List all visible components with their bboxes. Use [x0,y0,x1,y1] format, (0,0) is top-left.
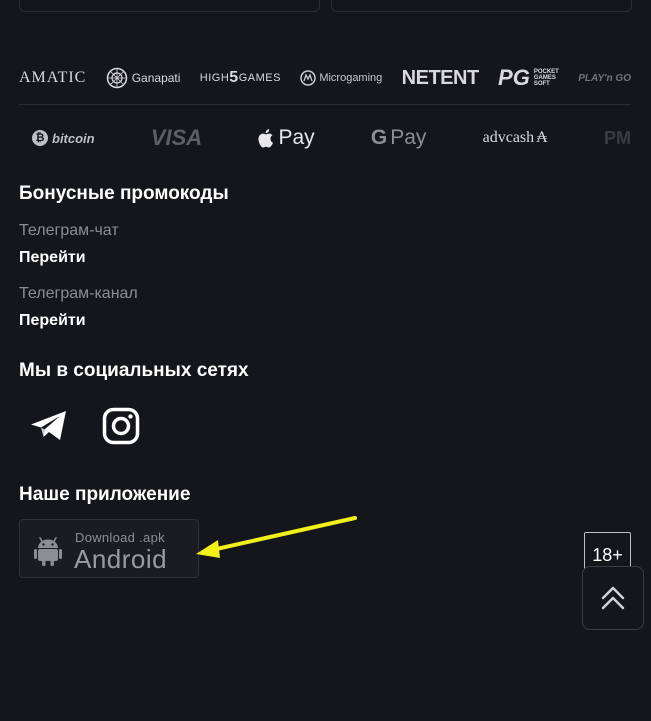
googlepay-text: Pay [390,126,427,149]
bitcoin-logo[interactable]: ₿ bitcoin [19,130,95,146]
high5-part-c: GAMES [238,72,281,84]
pg-subtext: POCKET GAMES SOFT [534,69,559,87]
provider-logos-row: AMATIC Ganapati HIGH 5 GAMES Microgaming… [19,58,631,98]
scroll-to-top-button[interactable] [582,566,644,630]
telegram-icon[interactable] [28,405,70,447]
android-download-button[interactable]: Download .apk Android [19,519,199,578]
applepay-logo[interactable]: Pay [258,126,315,150]
ganapati-text: Ganapati [131,71,181,85]
high5-part-b: 5 [229,69,239,86]
telegram-channel-label: Телеграм-канал [19,285,138,302]
advcash-logo[interactable]: advcash ₳ [483,129,548,147]
high5-part-a: HIGH [199,72,230,84]
amatic-logo[interactable]: AMATIC [19,69,86,87]
top-card-left[interactable] [19,0,320,12]
promo-heading: Бонусные промокоды [19,183,229,204]
perfectmoney-logo[interactable]: PM [604,128,631,149]
bitcoin-icon: ₿ [32,130,48,146]
visa-logo[interactable]: VISA [151,125,202,151]
google-g-icon: G [370,126,388,149]
netent-logo[interactable]: NETENT [402,67,480,90]
ganapati-emblem-icon [106,67,127,89]
pg-text: PG [498,65,530,90]
instagram-icon[interactable] [100,405,142,447]
microgaming-text: Microgaming [319,72,383,84]
annotation-arrow-icon [196,516,357,558]
applepay-text: Pay [278,126,315,149]
top-card-right[interactable] [331,0,632,12]
pg-subtext-3: SOFT [533,81,550,87]
download-apk-label: Download .apk [75,530,165,545]
apple-icon [258,129,274,148]
googlepay-logo[interactable]: G Pay [371,126,427,150]
telegram-chat-label: Телеграм-чат [19,222,119,239]
android-label: Android [74,544,168,574]
microgaming-logo[interactable]: Microgaming [300,70,382,86]
logos-divider [19,104,631,105]
social-heading: Мы в социальных сетях [19,360,249,381]
ganapati-logo[interactable]: Ganapati [106,67,181,89]
app-heading: Наше приложение [19,484,191,505]
playngo-logo[interactable]: PLAY'n GO [578,73,631,84]
microgaming-emblem-icon [300,70,317,86]
footer-page: AMATIC Ganapati HIGH 5 GAMES Microgaming… [0,0,651,721]
android-icon [34,537,62,566]
bitcoin-text: bitcoin [52,130,95,146]
advcash-text: advcash [482,129,535,146]
double-chevron-up-icon [601,586,625,610]
telegram-channel-link[interactable]: Перейти [19,312,86,330]
high5games-logo[interactable]: HIGH 5 GAMES [200,69,281,87]
pgsoft-logo[interactable]: PG POCKET GAMES SOFT [498,65,559,91]
payment-methods-row: ₿ bitcoin VISA Pay G Pay advcash ₳ PM [19,118,631,158]
advcash-icon: ₳ [536,129,548,146]
telegram-chat-link[interactable]: Перейти [19,249,86,267]
